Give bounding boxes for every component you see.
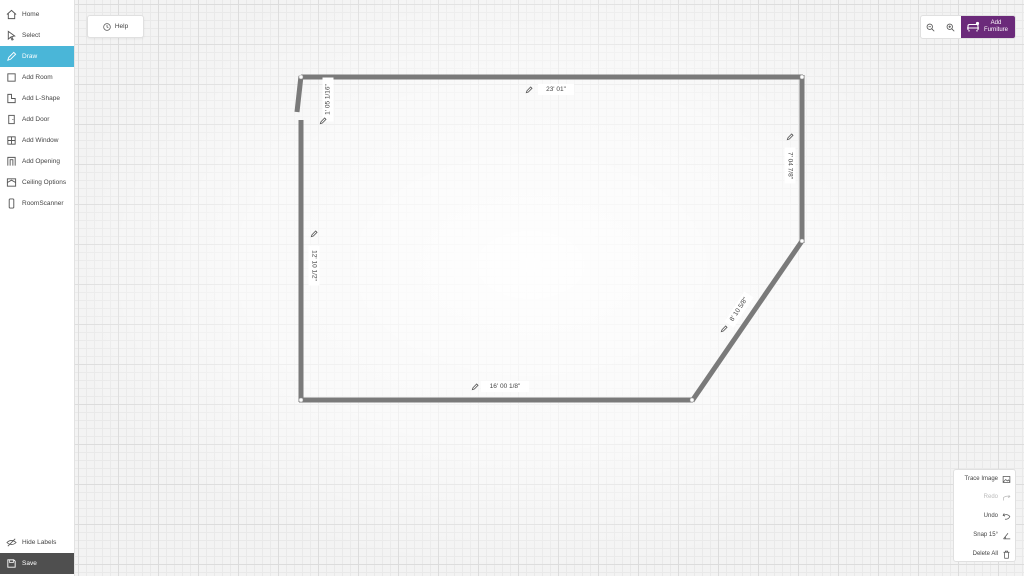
square-icon [0,72,22,83]
window-icon [0,135,22,146]
sidebar: Home Select Draw Add Room Add L-Shape Ad… [0,0,75,576]
zoom-out-icon [927,23,936,32]
sidebar-item-ceiling-options[interactable]: Ceiling Options [0,172,74,193]
trace-image-button[interactable]: Trace Image [965,472,1011,486]
snap-button[interactable]: Snap 15° [973,528,1011,542]
trace-image-label: Trace Image [964,476,998,482]
sidebar-item-label: Draw [22,53,38,60]
delete-all-button[interactable]: Delete All [973,547,1011,561]
zoom-out-button[interactable] [921,16,941,38]
furniture-icon [966,21,980,32]
phone-icon [0,198,22,209]
hide-labels-button[interactable]: Hide Labels [0,532,74,553]
home-icon [0,9,22,20]
redo-label: Redo [983,494,998,500]
floppy-icon [0,558,22,569]
sidebar-item-label: RoomScanner [22,200,64,207]
edit-pencil-icon[interactable] [319,117,327,125]
door-icon [0,114,22,125]
add-furniture-button[interactable]: Add Furniture [960,16,1015,38]
clock-icon [103,22,111,31]
dimension-label-left-short[interactable]: 1' 05 1/16" [322,77,334,122]
sidebar-item-label: Add Window [22,137,59,144]
delete-all-label: Delete All [972,551,998,557]
sidebar-item-label: Add L-Shape [22,95,60,102]
image-icon [1002,475,1011,483]
edit-pencil-icon[interactable] [720,325,728,333]
sidebar-item-label: Home [22,11,40,18]
wall-node[interactable] [298,74,304,80]
wall-node[interactable] [799,74,805,80]
tool-panel: Trace Image Redo Undo Snap 15° Delete Al… [953,469,1016,562]
redo-icon [1003,494,1011,500]
sidebar-item-select[interactable]: Select [0,25,74,46]
zoom-in-icon [947,23,956,32]
wall-node[interactable] [799,238,805,244]
undo-label: Undo [983,513,998,519]
sidebar-item-add-door[interactable]: Add Door [0,109,74,130]
drawing-canvas[interactable]: 23' 01" 1' 05 1/16" 12' 10 1/2" 7' 04 7/… [75,0,1024,576]
undo-button[interactable]: Undo [984,509,1011,523]
angle-icon [1003,532,1011,539]
trash-icon [1003,550,1010,559]
add-furniture-label: Add Furniture [983,20,1008,33]
wall-node[interactable] [689,397,695,403]
eye-off-icon [0,537,22,548]
zoom-in-button[interactable] [941,16,961,38]
dimension-label-bottom[interactable]: 16' 00 1/8" [481,381,529,392]
sidebar-item-draw[interactable]: Draw [0,46,74,67]
save-button[interactable]: Save [0,553,74,574]
help-label: Help [114,23,129,30]
sidebar-item-label: Add Opening [22,158,60,165]
edit-pencil-icon[interactable] [786,133,794,141]
sidebar-item-add-opening[interactable]: Add Opening [0,151,74,172]
sidebar-item-label: Ceiling Options [22,179,67,186]
sidebar-item-label: Select [22,32,41,39]
wall-node[interactable] [298,397,304,403]
pencil-icon [0,51,22,62]
help-button[interactable]: Help [87,15,144,38]
hide-labels-label: Hide Labels [22,539,57,546]
top-right-toolbar: Add Furniture [919,15,1016,39]
edit-pencil-icon[interactable] [471,383,479,391]
sidebar-item-label: Add Room [22,74,53,81]
sidebar-item-roomscanner[interactable]: RoomScanner [0,193,74,214]
sidebar-item-add-l-shape[interactable]: Add L-Shape [0,88,74,109]
wall-diagonal[interactable] [689,239,805,403]
snap-label: Snap 15° [973,532,998,538]
edit-pencil-icon[interactable] [525,86,533,94]
dimension-label-left[interactable]: 12' 10 1/2" [308,245,320,286]
sidebar-item-add-window[interactable]: Add Window [0,130,74,151]
l-shape-icon [0,93,22,104]
sidebar-item-add-room[interactable]: Add Room [0,67,74,88]
ceiling-icon [0,177,22,188]
redo-button[interactable]: Redo [984,490,1011,504]
edit-pencil-icon[interactable] [310,230,318,238]
sidebar-item-home[interactable]: Home [0,4,74,25]
dimension-label-right[interactable]: 7' 04 7/8" [784,147,796,184]
undo-icon [1002,512,1011,520]
sidebar-item-label: Add Door [22,116,50,123]
save-label: Save [22,560,37,567]
dimension-label-top[interactable]: 23' 01" [538,84,574,95]
opening-icon [0,156,22,167]
wall-left-short[interactable] [294,75,304,113]
cursor-icon [0,30,22,41]
